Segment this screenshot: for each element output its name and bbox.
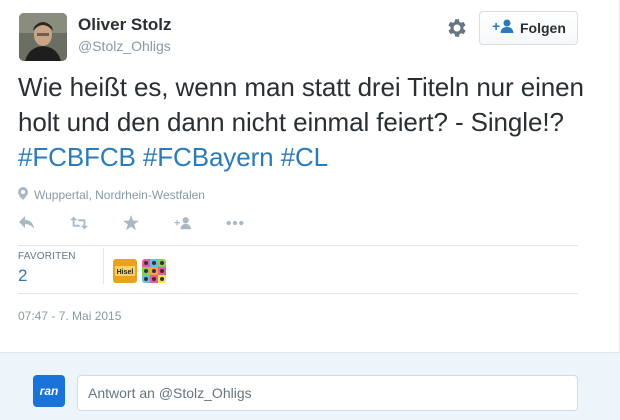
gear-icon[interactable] <box>445 16 469 40</box>
favorites-label: FAVORITEN <box>18 251 76 262</box>
hashtag-link[interactable]: #FCBFCB <box>18 142 136 172</box>
divider <box>18 245 578 246</box>
location-pin-icon <box>18 187 28 203</box>
divider <box>18 293 578 294</box>
user-avatar[interactable] <box>19 13 67 61</box>
tweet-card: Oliver Stolz @Stolz_Ohligs + Folgen Wie … <box>0 0 620 352</box>
favorites-count: 2 <box>18 266 28 285</box>
reply-area: ran Antwort an @Stolz_Ohligs <box>0 352 620 420</box>
user-handle[interactable]: @Stolz_Ohligs <box>78 38 171 54</box>
location[interactable]: Wuppertal, Nordrhein-Westfalen <box>18 187 205 203</box>
user-name[interactable]: Oliver Stolz <box>78 15 172 35</box>
favoriter-avatar-text: Hisel <box>117 269 134 276</box>
reply-icon[interactable] <box>18 214 36 232</box>
stats-separator <box>103 248 104 284</box>
reply-avatar: ran <box>33 375 65 407</box>
follow-button[interactable]: + Folgen <box>479 11 578 45</box>
follow-button-label: Folgen <box>520 20 566 36</box>
hashtag-link[interactable]: #CL <box>281 142 329 172</box>
favoriter-avatar[interactable] <box>142 259 166 283</box>
svg-text:+: + <box>174 218 180 230</box>
retweet-icon[interactable] <box>70 214 88 232</box>
reply-input[interactable]: Antwort an @Stolz_Ohligs <box>77 375 578 411</box>
add-user-icon: + <box>492 18 514 39</box>
favorites-stat[interactable]: FAVORITEN 2 <box>18 251 76 286</box>
more-icon[interactable] <box>226 214 244 232</box>
tweet-text: Wie heißt es, wenn man statt drei Titeln… <box>18 70 598 175</box>
location-label: Wuppertal, Nordrhein-Westfalen <box>34 188 205 202</box>
timestamp[interactable]: 07:47 - 7. Mai 2015 <box>18 309 121 323</box>
favoriter-avatar[interactable]: Hisel <box>113 259 137 283</box>
tweet-body: Wie heißt es, wenn man statt drei Titeln… <box>18 72 584 137</box>
tweet-actions: + <box>18 212 278 234</box>
svg-text:+: + <box>492 18 500 34</box>
hashtag-link[interactable]: #FCBayern <box>143 142 274 172</box>
favorite-icon[interactable] <box>122 214 140 232</box>
follow-icon[interactable]: + <box>174 214 192 232</box>
